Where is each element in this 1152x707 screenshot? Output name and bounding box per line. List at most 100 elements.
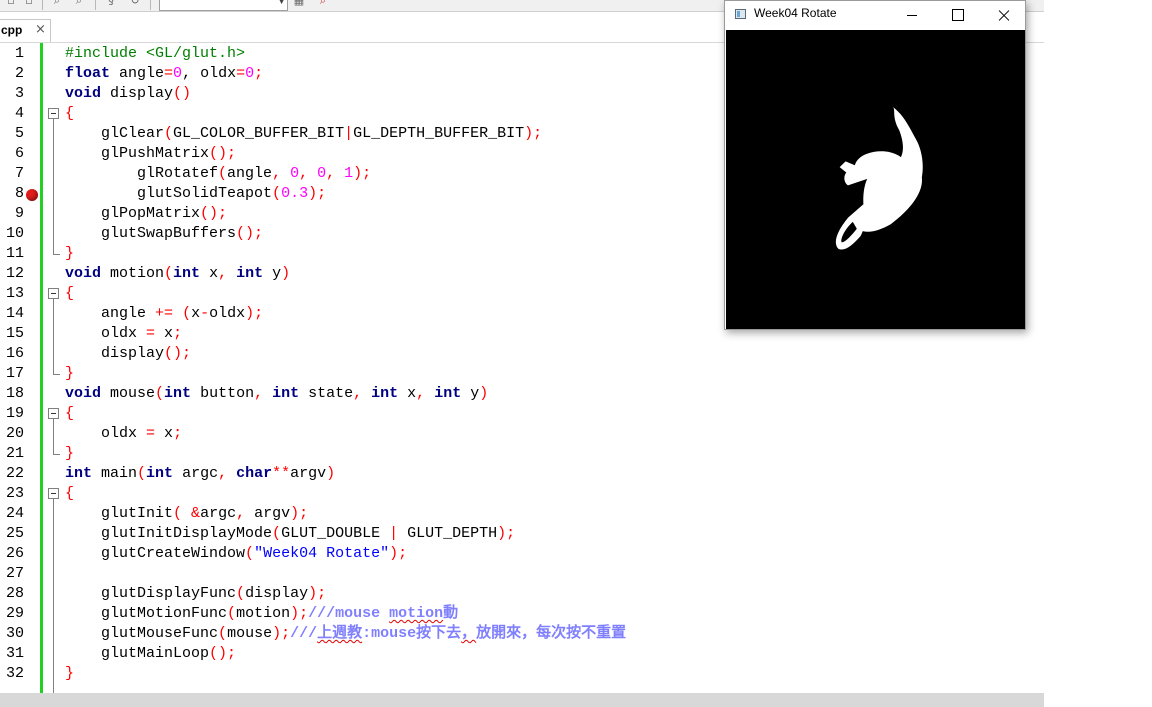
fold-toggle-icon[interactable] bbox=[48, 408, 59, 419]
fold-line bbox=[53, 119, 54, 254]
toolbar-separator bbox=[95, 0, 96, 10]
close-button[interactable] bbox=[981, 1, 1027, 30]
toolbar-separator bbox=[150, 0, 151, 10]
line-number: 4 bbox=[14, 105, 24, 122]
code-line[interactable]: oldx = x; bbox=[65, 324, 182, 344]
fold-end bbox=[53, 454, 60, 455]
close-icon[interactable]: × bbox=[35, 22, 46, 37]
line-number: 3 bbox=[14, 85, 24, 102]
line-number: 15 bbox=[5, 325, 24, 342]
code-line[interactable]: glutCreateWindow("Week04 Rotate"); bbox=[65, 544, 407, 564]
code-line[interactable]: int main(int argc, char**argv) bbox=[65, 464, 335, 484]
line-number: 1 bbox=[14, 45, 24, 62]
fold-line bbox=[53, 499, 54, 693]
code-line[interactable]: display(); bbox=[65, 344, 191, 364]
code-line[interactable]: void display() bbox=[65, 84, 191, 104]
line-number: 31 bbox=[5, 645, 24, 662]
search-icon[interactable]: ⌕ bbox=[316, 0, 330, 8]
toolbar-button-icon[interactable]: ▦ bbox=[292, 0, 306, 8]
code-line[interactable]: glutSolidTeapot(0.3); bbox=[65, 184, 326, 204]
code-line[interactable]: { bbox=[65, 104, 74, 124]
code-line[interactable]: void motion(int x, int y) bbox=[65, 264, 290, 284]
fold-line bbox=[53, 419, 54, 454]
toolbar-combobox[interactable]: ▼ bbox=[159, 0, 288, 11]
line-number: 24 bbox=[5, 505, 24, 522]
code-line[interactable]: oldx = x; bbox=[65, 424, 182, 444]
code-line[interactable]: } bbox=[65, 444, 74, 464]
change-marker-bar bbox=[40, 43, 43, 693]
code-line[interactable]: { bbox=[65, 484, 74, 504]
line-number: 20 bbox=[5, 425, 24, 442]
code-line[interactable]: glClear(GL_COLOR_BUFFER_BIT|GL_DEPTH_BUF… bbox=[65, 124, 542, 144]
line-number: 14 bbox=[5, 305, 24, 322]
line-number: 7 bbox=[14, 165, 24, 182]
code-line[interactable]: float angle=0, oldx=0; bbox=[65, 64, 263, 84]
line-number: 22 bbox=[5, 465, 24, 482]
fold-line bbox=[53, 299, 54, 374]
code-line[interactable]: } bbox=[65, 664, 74, 684]
line-number: 21 bbox=[5, 445, 24, 462]
code-line[interactable]: glutMotionFunc(motion);///mouse motion動 bbox=[65, 604, 458, 624]
toolbar-button-icon[interactable]: ▫ bbox=[22, 0, 36, 8]
line-number: 18 bbox=[5, 385, 24, 402]
line-number: 28 bbox=[5, 585, 24, 602]
line-number: 12 bbox=[5, 265, 24, 282]
glut-window[interactable]: Week04 Rotate bbox=[724, 0, 1026, 330]
line-number: 27 bbox=[5, 565, 24, 582]
code-line[interactable]: glutMouseFunc(mouse);///上週教:mouse按下去，放開來… bbox=[65, 624, 626, 644]
code-line[interactable]: { bbox=[65, 404, 74, 424]
fold-toggle-icon[interactable] bbox=[48, 488, 59, 499]
toolbar-separator bbox=[42, 0, 43, 10]
line-number: 25 bbox=[5, 525, 24, 542]
code-line[interactable]: glutInit( &argc, argv); bbox=[65, 504, 308, 524]
toolbar-button-icon[interactable]: ▫ bbox=[4, 0, 18, 8]
line-number: 30 bbox=[5, 625, 24, 642]
breakpoint-icon[interactable] bbox=[26, 189, 38, 201]
fold-end bbox=[53, 254, 60, 255]
teapot-render bbox=[835, 106, 923, 250]
fold-toggle-icon[interactable] bbox=[48, 108, 59, 119]
code-line[interactable]: void mouse(int button, int state, int x,… bbox=[65, 384, 488, 404]
code-line[interactable]: glutSwapBuffers(); bbox=[65, 224, 263, 244]
maximize-button[interactable] bbox=[935, 1, 981, 30]
code-line[interactable]: glutDisplayFunc(display); bbox=[65, 584, 326, 604]
line-number: 5 bbox=[14, 125, 24, 142]
tab-cpp[interactable]: cpp × bbox=[0, 19, 51, 42]
line-number: 19 bbox=[5, 405, 24, 422]
toolbar-button-icon[interactable]: ↻ bbox=[128, 0, 142, 8]
line-number: 17 bbox=[5, 365, 24, 382]
toolbar-button-icon[interactable]: § bbox=[104, 0, 118, 8]
line-number: 23 bbox=[5, 485, 24, 502]
teapot-shape bbox=[835, 106, 923, 250]
zoom-out-icon[interactable]: ⌕ bbox=[72, 0, 86, 8]
code-line[interactable]: } bbox=[65, 364, 74, 384]
line-number: 2 bbox=[14, 65, 24, 82]
code-line[interactable]: glPopMatrix(); bbox=[65, 204, 227, 224]
code-line[interactable]: #include <GL/glut.h> bbox=[65, 44, 245, 64]
chevron-down-icon: ▼ bbox=[278, 0, 285, 6]
line-number: 11 bbox=[5, 245, 24, 262]
app-window-icon bbox=[735, 9, 746, 19]
gl-canvas[interactable] bbox=[726, 30, 1025, 329]
zoom-in-icon[interactable]: ⌕ bbox=[50, 0, 64, 8]
line-number: 32 bbox=[5, 665, 24, 682]
code-line[interactable]: glutMainLoop(); bbox=[65, 644, 236, 664]
horizontal-scrollbar[interactable] bbox=[0, 693, 1044, 707]
code-line[interactable]: { bbox=[65, 284, 74, 304]
fold-end bbox=[53, 374, 60, 375]
window-title: Week04 Rotate bbox=[754, 6, 837, 20]
line-number: 16 bbox=[5, 345, 24, 362]
line-number: 10 bbox=[5, 225, 24, 242]
line-number: 29 bbox=[5, 605, 24, 622]
code-line[interactable]: glPushMatrix(); bbox=[65, 144, 236, 164]
line-number: 13 bbox=[5, 285, 24, 302]
code-line[interactable]: glRotatef(angle, 0, 0, 1); bbox=[65, 164, 371, 184]
line-number: 8 bbox=[14, 185, 24, 202]
line-number: 6 bbox=[14, 145, 24, 162]
minimize-button[interactable] bbox=[889, 1, 935, 30]
code-line[interactable]: } bbox=[65, 244, 74, 264]
line-number: 26 bbox=[5, 545, 24, 562]
fold-toggle-icon[interactable] bbox=[48, 288, 59, 299]
code-line[interactable]: glutInitDisplayMode(GLUT_DOUBLE | GLUT_D… bbox=[65, 524, 515, 544]
code-line[interactable]: angle += (x-oldx); bbox=[65, 304, 263, 324]
